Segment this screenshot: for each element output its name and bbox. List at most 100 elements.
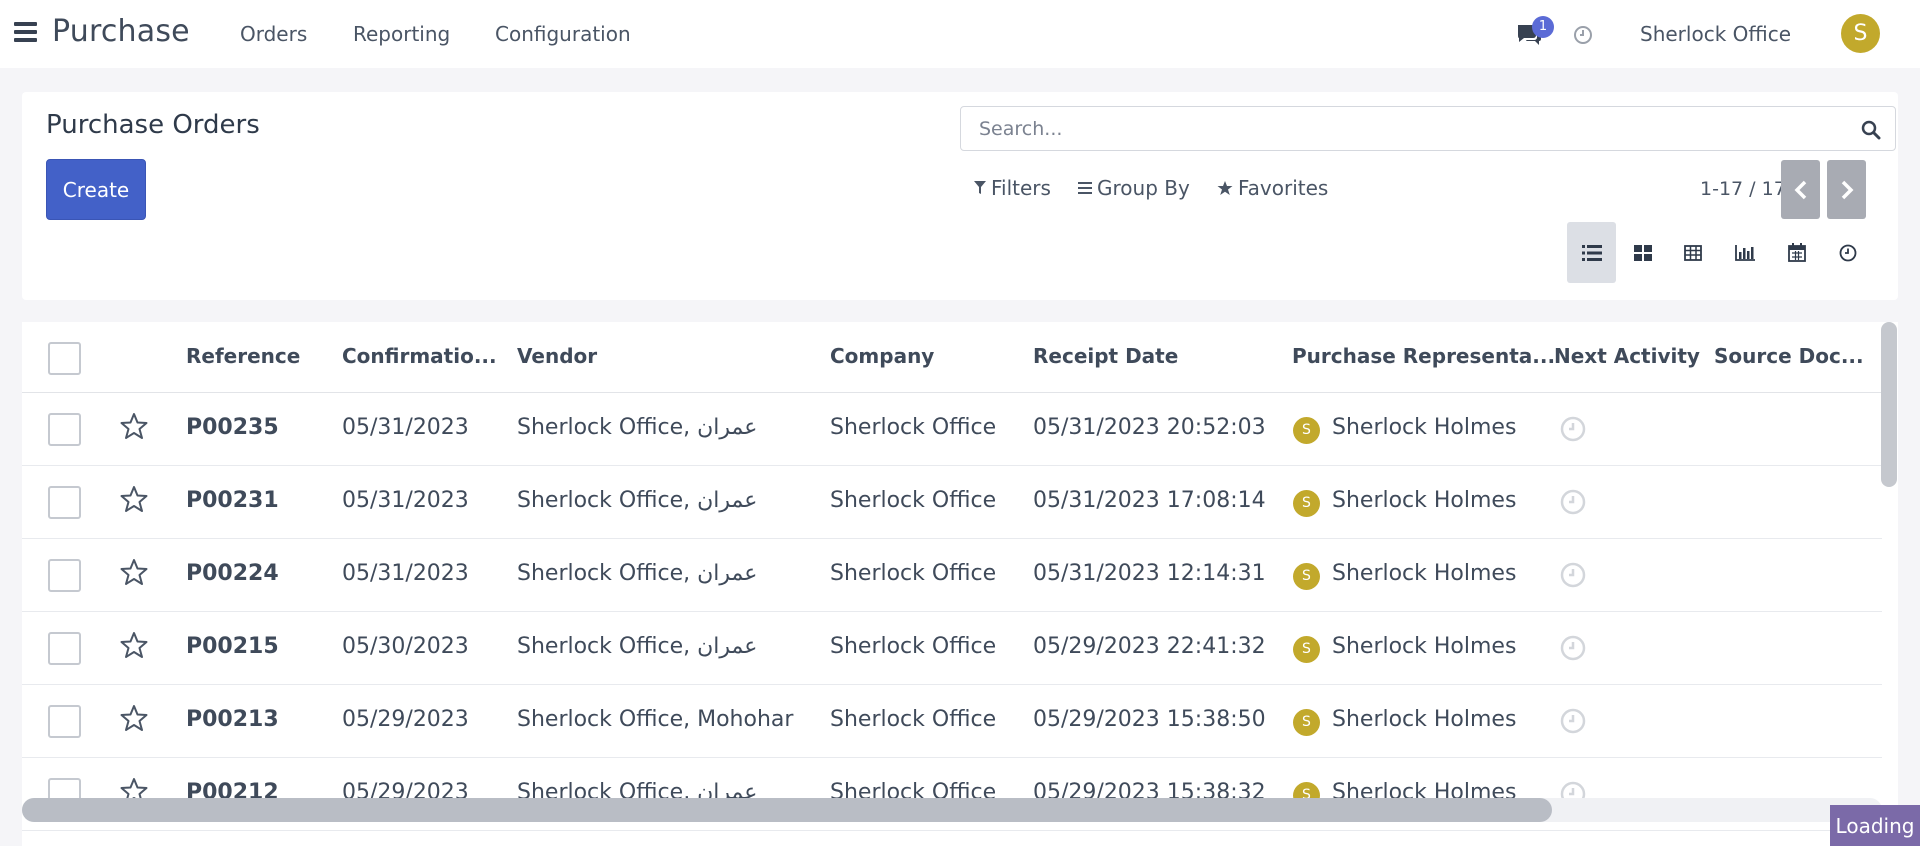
- row-checkbox[interactable]: [48, 486, 81, 519]
- table-row[interactable]: P00224 05/31/2023 Sherlock Office, عمران Sh…: [22, 539, 1882, 612]
- row-checkbox[interactable]: [48, 413, 81, 446]
- favorites-button[interactable]: Favorites: [1217, 176, 1328, 200]
- star-outline-icon: [120, 486, 148, 512]
- nav-configuration[interactable]: Configuration: [495, 22, 631, 46]
- column-source-document[interactable]: Source Doc...: [1714, 344, 1864, 368]
- cell-receipt-date: 05/29/2023 22:41:32: [1033, 634, 1266, 659]
- table-row[interactable]: P00235 05/31/2023 Sherlock Office, عمران Sh…: [22, 393, 1882, 466]
- cell-reference: P00235: [186, 415, 279, 440]
- next-activity-button[interactable]: [1560, 562, 1586, 592]
- activity-clock-icon: [1560, 635, 1586, 661]
- user-avatar[interactable]: S: [1841, 14, 1880, 53]
- horizontal-scrollbar[interactable]: [22, 798, 1552, 822]
- calendar-icon: [1787, 243, 1806, 262]
- app-title[interactable]: Purchase: [52, 14, 190, 49]
- star-icon: [1217, 181, 1233, 195]
- cell-company: Sherlock Office: [830, 561, 997, 586]
- cell-purchase-representative: Sherlock Holmes: [1332, 707, 1517, 732]
- cell-reference: P00224: [186, 561, 279, 586]
- table-view-icon: [1683, 244, 1702, 261]
- favorite-star[interactable]: [119, 630, 149, 664]
- create-button[interactable]: Create: [46, 159, 146, 220]
- column-vendor[interactable]: Vendor: [517, 344, 597, 368]
- star-outline-icon: [120, 705, 148, 731]
- group-by-icon: [1078, 182, 1092, 194]
- hamburger-menu-icon[interactable]: [14, 22, 38, 44]
- top-navbar: Purchase Orders Reporting Configuration …: [0, 0, 1920, 68]
- nav-orders[interactable]: Orders: [240, 22, 307, 46]
- cell-confirmation-date: 05/31/2023: [342, 488, 469, 513]
- cell-purchase-representative: Sherlock Holmes: [1332, 561, 1517, 586]
- star-outline-icon: [120, 413, 148, 439]
- cell-vendor: Sherlock Office, عمران: [517, 415, 758, 440]
- pager-next-button[interactable]: [1827, 160, 1866, 219]
- table-header: Reference Confirmatio... Vendor Company …: [22, 322, 1882, 393]
- column-next-activity[interactable]: Next Activity: [1554, 344, 1700, 368]
- chevron-right-icon: [1841, 180, 1853, 199]
- cell-confirmation-date: 05/31/2023: [342, 415, 469, 440]
- favorite-star[interactable]: [119, 411, 149, 445]
- next-activity-button[interactable]: [1560, 489, 1586, 519]
- activity-clock-icon: [1560, 489, 1586, 515]
- cell-purchase-representative: Sherlock Holmes: [1332, 488, 1517, 513]
- pager-value[interactable]: 1-17 / 17: [1700, 178, 1786, 200]
- cell-vendor: Sherlock Office, عمران: [517, 488, 758, 513]
- nav-reporting[interactable]: Reporting: [353, 22, 450, 46]
- filters-button[interactable]: Filters: [974, 176, 1051, 200]
- column-reference[interactable]: Reference: [186, 344, 300, 368]
- column-confirmation-date[interactable]: Confirmatio...: [342, 344, 497, 368]
- table-row[interactable]: P00213 05/29/2023 Sherlock Office, Mohohar…: [22, 685, 1882, 758]
- group-by-button[interactable]: Group By: [1078, 176, 1190, 200]
- column-company[interactable]: Company: [830, 344, 934, 368]
- cell-company: Sherlock Office: [830, 634, 997, 659]
- loading-indicator: Loading: [1830, 805, 1920, 846]
- column-receipt-date[interactable]: Receipt Date: [1033, 344, 1178, 368]
- cell-company: Sherlock Office: [830, 415, 997, 440]
- cell-company: Sherlock Office: [830, 707, 997, 732]
- table-row[interactable]: P00215 05/30/2023 Sherlock Office, عمران Sh…: [22, 612, 1882, 685]
- cell-confirmation-date: 05/29/2023: [342, 707, 469, 732]
- cell-confirmation-date: 05/31/2023: [342, 561, 469, 586]
- list-view-button[interactable]: [1567, 222, 1616, 283]
- search-input[interactable]: [979, 117, 1839, 141]
- select-all-checkbox[interactable]: [48, 342, 81, 375]
- next-activity-button[interactable]: [1560, 635, 1586, 665]
- cell-confirmation-date: 05/30/2023: [342, 634, 469, 659]
- row-checkbox[interactable]: [48, 559, 81, 592]
- graph-view-button[interactable]: [1720, 222, 1769, 283]
- company-switcher[interactable]: Sherlock Office: [1640, 22, 1791, 46]
- favorite-star[interactable]: [119, 557, 149, 591]
- bar-chart-icon: [1734, 244, 1755, 261]
- search-icon[interactable]: [1861, 120, 1881, 140]
- favorite-star[interactable]: [119, 703, 149, 737]
- vertical-scrollbar[interactable]: [1881, 322, 1897, 487]
- kanban-view-icon: [1633, 244, 1652, 261]
- calendar-view-button[interactable]: [1772, 222, 1821, 283]
- avatar: S: [1293, 636, 1320, 663]
- page-title: Purchase Orders: [46, 110, 260, 140]
- avatar: S: [1293, 417, 1320, 444]
- row-checkbox[interactable]: [48, 632, 81, 665]
- next-activity-button[interactable]: [1560, 708, 1586, 738]
- next-activity-button[interactable]: [1560, 416, 1586, 446]
- filters-label: Filters: [991, 176, 1051, 200]
- favorites-label: Favorites: [1238, 176, 1329, 200]
- kanban-view-button[interactable]: [1618, 222, 1667, 283]
- chat-badge: 1: [1532, 16, 1554, 38]
- pivot-view-button[interactable]: [1668, 222, 1717, 283]
- activity-clock-icon: [1560, 416, 1586, 442]
- row-checkbox[interactable]: [48, 705, 81, 738]
- pager-previous-button[interactable]: [1781, 160, 1820, 219]
- purchase-orders-list: Reference Confirmatio... Vendor Company …: [22, 322, 1898, 846]
- cell-vendor: Sherlock Office, Mohohar: [517, 707, 794, 732]
- favorite-star[interactable]: [119, 484, 149, 518]
- activity-view-button[interactable]: [1823, 222, 1872, 283]
- cell-receipt-date: 05/31/2023 12:14:31: [1033, 561, 1266, 586]
- filter-icon: [974, 181, 986, 194]
- chevron-left-icon: [1794, 180, 1806, 199]
- table-row[interactable]: P00231 05/31/2023 Sherlock Office, عمران Sh…: [22, 466, 1882, 539]
- cell-vendor: Sherlock Office, عمران: [517, 634, 758, 659]
- column-purchase-representative[interactable]: Purchase Representa...: [1292, 344, 1555, 368]
- activity-clock-icon[interactable]: [1573, 25, 1593, 45]
- cell-purchase-representative: Sherlock Holmes: [1332, 634, 1517, 659]
